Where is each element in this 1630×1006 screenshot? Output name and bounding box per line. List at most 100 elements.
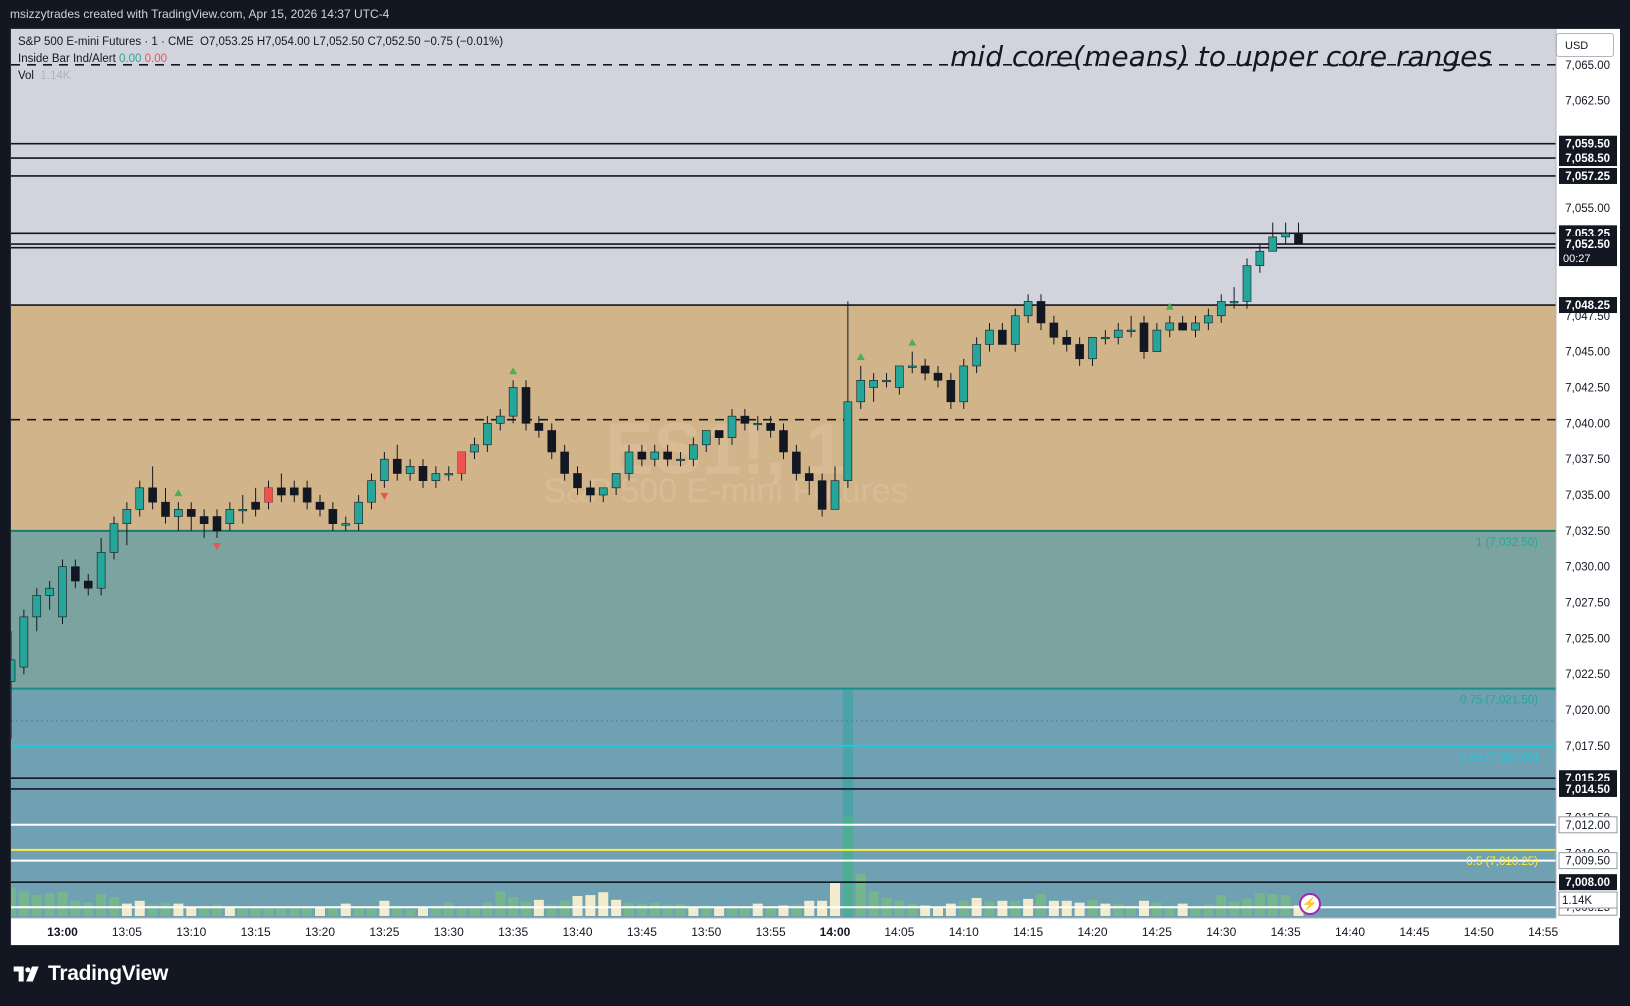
x-tick-label: 13:20 [305, 925, 335, 939]
volume-bar [11, 887, 16, 916]
candle-body [122, 509, 132, 524]
footer: TradingView [0, 946, 1630, 1006]
volume-bar [340, 903, 351, 916]
volume-bar [945, 903, 956, 916]
x-tick-label: 14:35 [1271, 925, 1301, 939]
level-tag-label: 7,058.50 [1565, 153, 1610, 165]
candle-body [701, 430, 711, 446]
candle-body [817, 480, 827, 510]
candle-body [45, 587, 54, 596]
x-tick-label: 14:05 [884, 925, 914, 939]
candle-body [1216, 301, 1226, 317]
volume-bar [1074, 902, 1085, 916]
volume-bar [1061, 900, 1072, 916]
candle-body [315, 501, 325, 510]
volume-value: 1.14K [40, 70, 71, 82]
candle-body [946, 379, 956, 403]
candle-body [792, 451, 801, 474]
volume-bar [495, 891, 506, 916]
y-tick-label: 7,017.50 [1565, 741, 1610, 753]
price-chart[interactable]: ES1!, 1S&P 500 E-mini Futures1 (7,032.50… [0, 0, 1630, 1006]
volume-bar [405, 909, 416, 916]
volume-bar [559, 900, 570, 916]
symbol-name[interactable]: S&P 500 E-mini Futures · 1 · CME [18, 36, 194, 48]
candle-body [637, 451, 647, 460]
x-tick-label: 14:45 [1399, 925, 1429, 939]
ohlc-change: −0.75 (−0.01%) [423, 36, 504, 48]
y-tick-label: 7,045.00 [1565, 347, 1610, 359]
volume-bar [1229, 901, 1240, 916]
ohlc-low: L7,052.50 [313, 36, 365, 48]
tradingview-logo[interactable]: TradingView [12, 962, 168, 986]
candle-body [830, 480, 840, 510]
x-tick-label: 14:30 [1206, 925, 1236, 939]
candle-body [1294, 233, 1303, 245]
volume-bar [302, 907, 313, 916]
candle-body [174, 509, 183, 517]
volume-bar [1010, 900, 1021, 916]
volume-bar [521, 901, 531, 916]
volume-bar [572, 896, 583, 916]
y-tick-label: 7,040.00 [1565, 418, 1610, 430]
candle-body [920, 365, 930, 374]
fib-label: 0.5 (7,010.25) [1466, 856, 1538, 868]
volume-bar [1100, 903, 1111, 916]
candle-body [11, 659, 16, 682]
candle-body [1049, 322, 1059, 338]
volume-label[interactable]: Vol [18, 70, 34, 82]
x-tick-label: 13:45 [627, 925, 657, 939]
tradingview-logo-icon [13, 966, 39, 982]
volume-bar [1177, 903, 1188, 916]
candle-body [431, 473, 441, 481]
candle-body [418, 466, 428, 481]
candle-body [135, 487, 145, 510]
chart-annotation[interactable]: mid core(means) to upper core ranges [950, 40, 1492, 73]
volume-bar [482, 902, 493, 916]
level-tag-label: 7,008.00 [1565, 877, 1610, 889]
candle-body [547, 430, 557, 453]
level-tag-label: 7,057.25 [1565, 171, 1610, 183]
candle-body [328, 509, 338, 524]
candle-body [1178, 322, 1187, 331]
y-tick-label: 7,055.00 [1565, 203, 1610, 215]
y-tick-label: 7,025.00 [1565, 633, 1610, 645]
volume-bar [1254, 893, 1265, 916]
countdown-label: 00:27 [1563, 253, 1591, 265]
ohlc-open: O7,053.25 [199, 36, 254, 48]
volume-bar [366, 908, 377, 916]
candle-body [624, 451, 634, 474]
level-tag-label: 7,048.25 [1565, 300, 1610, 312]
candle-body [1075, 344, 1084, 360]
x-tick-label: 14:50 [1464, 925, 1494, 939]
lightning-icon[interactable]: ⚡ [1299, 893, 1321, 915]
volume-bar [624, 902, 634, 916]
candle-body [869, 379, 878, 388]
volume-bar [44, 893, 55, 916]
ohlc-high: H7,054.00 [256, 36, 310, 48]
volume-bar [57, 892, 68, 916]
plot-area: ES1!, 1S&P 500 E-mini Futures1 (7,032.50… [11, 29, 1556, 918]
candle-body [1101, 336, 1110, 340]
fib-label: 0.75 (7,021.50) [1460, 695, 1538, 707]
candle-body [907, 365, 917, 368]
candle-body [1281, 233, 1290, 238]
candle-body [1165, 322, 1175, 331]
candle-body [573, 473, 582, 489]
candle-body [586, 487, 595, 496]
x-tick-label: 14:25 [1142, 925, 1172, 939]
candle-body [83, 580, 93, 589]
volume-bar [276, 907, 287, 916]
y-tick-label: 7,065.00 [1565, 60, 1610, 72]
candle-body [19, 616, 29, 668]
indicator-name[interactable]: Inside Bar Ind/Alert [18, 53, 116, 65]
y-tick-label: 7,062.50 [1565, 96, 1610, 108]
volume-bar [907, 903, 918, 916]
currency-button[interactable]: USD [1556, 33, 1614, 57]
x-tick-label: 13:00 [47, 925, 78, 939]
candle-body [1062, 336, 1072, 345]
indicator-value-1: 0.00 [119, 53, 142, 65]
volume-bar [70, 900, 81, 916]
candle-body [238, 509, 248, 512]
candle-body [212, 516, 222, 532]
level-tag-label: 7,012.00 [1565, 820, 1610, 832]
